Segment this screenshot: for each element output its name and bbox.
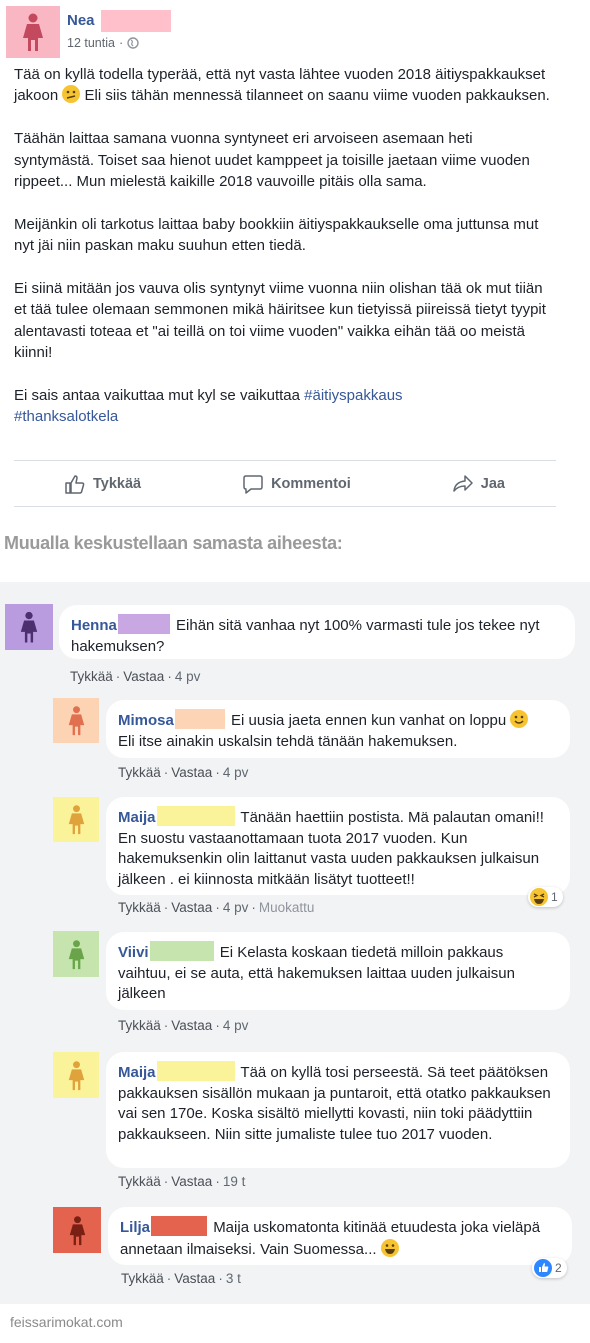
comment-icon — [243, 474, 263, 494]
hashtag-link[interactable]: #äitiyspakkaus — [304, 387, 402, 404]
thumbs-up-icon — [65, 474, 85, 494]
comment-reply-link[interactable]: Vastaa — [171, 1018, 212, 1033]
avatar[interactable] — [53, 1207, 101, 1253]
person-female-icon — [68, 1060, 84, 1090]
avatar[interactable] — [6, 6, 60, 58]
post-paragraph: Tää on kyllä todella typerää, että nyt v… — [14, 66, 550, 105]
comment-reply-link[interactable]: Vastaa — [171, 765, 212, 780]
comment-like-link[interactable]: Tykkää — [118, 1018, 161, 1033]
person-female-icon — [20, 611, 38, 643]
comment-time[interactable]: 4 pv — [223, 765, 249, 780]
comment-button[interactable]: Kommentoi — [243, 474, 351, 494]
comment-author[interactable]: Henna — [71, 617, 117, 634]
comment-reply-link[interactable]: Vastaa — [171, 900, 212, 915]
post-actions: Tykkää Kommentoi Jaa — [14, 466, 556, 502]
comment-author[interactable]: Maija — [118, 809, 156, 826]
divider — [14, 506, 556, 507]
comment-text: Ei uusia jaeta ennen kun vanhat on loppu — [231, 712, 507, 729]
post-text: Tää on kyllä todella typerää, että nyt v… — [14, 64, 554, 428]
comment-actions: Tykkää · Vastaa · 4 pv — [70, 669, 201, 684]
redacted-name-mask — [101, 10, 171, 32]
comment-text: Eli itse ainakin uskalsin tehdä tänään h… — [118, 732, 458, 750]
divider — [14, 460, 556, 461]
post-paragraph: Ei sais antaa vaikuttaa mut kyl se vaiku… — [14, 387, 403, 426]
confused-face-icon — [62, 85, 81, 104]
post-author[interactable]: Nea — [67, 12, 95, 29]
post-paragraph: Meijänkin oli tarkotus laittaa baby book… — [14, 215, 539, 255]
footer: feissarimokat.com — [0, 1304, 590, 1343]
redacted-name-mask — [174, 709, 225, 729]
redacted-name-mask — [156, 806, 235, 826]
comment-bubble: Lilja Maija uskomatonta kitinää etuudest… — [108, 1207, 572, 1265]
comment-bubble: Mimosa Ei uusia jaeta ennen kun vanhat o… — [106, 700, 570, 758]
comment-like-link[interactable]: Tykkää — [121, 1271, 164, 1286]
reaction-count[interactable]: 2 — [532, 1258, 567, 1278]
section-title: Muualla keskustellaan samasta aiheesta: — [4, 533, 343, 553]
comment-like-link[interactable]: Tykkää — [118, 1174, 161, 1189]
post-paragraph: Täähän laittaa samana vuonna syntyneet e… — [14, 130, 530, 191]
comment-bubble: Henna Eihän sitä vanhaa nyt 100% varmast… — [59, 605, 575, 659]
comment-time[interactable]: 4 pv — [223, 900, 249, 915]
comments-section: Henna Eihän sitä vanhaa nyt 100% varmast… — [0, 582, 590, 1304]
comment-actions: Tykkää · Vastaa · 4 pv — [118, 1018, 249, 1033]
redacted-name-mask — [151, 1216, 208, 1236]
redacted-name-mask — [156, 1061, 235, 1081]
comment-author[interactable]: Maija — [118, 1064, 156, 1081]
like-reaction-icon — [534, 1259, 552, 1277]
comment-bubble: Maija Tänään haettiin postista. Mä palau… — [106, 797, 570, 895]
post-time[interactable]: 12 tuntia — [67, 36, 115, 50]
redacted-name-mask — [149, 941, 214, 961]
comment-time[interactable]: 19 t — [223, 1174, 246, 1189]
comment-bubble: Maija Tää on kyllä tosi perseestä. Sä te… — [106, 1052, 570, 1168]
share-button[interactable]: Jaa — [453, 475, 505, 493]
post-paragraph: Ei siinä mitään jos vauva olis syntynyt … — [14, 280, 546, 362]
comment-actions: Tykkää · Vastaa · 4 pv · Muokattu — [118, 900, 315, 915]
comment-actions: Tykkää · Vastaa · 19 t — [118, 1174, 246, 1189]
comment-time[interactable]: 4 pv — [175, 669, 201, 684]
comment-like-link[interactable]: Tykkää — [118, 900, 161, 915]
avatar[interactable] — [53, 1052, 99, 1098]
comment-author[interactable]: Viivi — [118, 944, 149, 961]
share-arrow-icon — [453, 475, 473, 492]
comment-like-link[interactable]: Tykkää — [70, 669, 113, 684]
post-meta: 12 tuntia · — [67, 36, 139, 50]
avatar[interactable] — [53, 797, 99, 842]
avatar[interactable] — [5, 604, 53, 650]
avatar[interactable] — [53, 931, 99, 977]
comment-reply-link[interactable]: Vastaa — [171, 1174, 212, 1189]
comment-reply-link[interactable]: Vastaa — [123, 669, 164, 684]
person-female-icon — [23, 13, 43, 51]
person-female-icon — [69, 1215, 85, 1245]
post: Nea 12 tuntia · Tää on kyllä todella typ… — [0, 0, 590, 512]
person-female-icon — [68, 706, 84, 736]
person-female-icon — [68, 805, 84, 835]
comment-like-link[interactable]: Tykkää — [118, 765, 161, 780]
person-female-icon — [68, 939, 84, 969]
reaction-count[interactable]: 1 — [528, 887, 563, 907]
smiley-icon — [510, 710, 529, 728]
comment-time[interactable]: 4 pv — [223, 1018, 249, 1033]
comment-author[interactable]: Lilja — [120, 1219, 150, 1236]
comment-actions: Tykkää · Vastaa · 4 pv — [118, 765, 249, 780]
comment-reply-link[interactable]: Vastaa — [174, 1271, 215, 1286]
hashtag-link[interactable]: #thanksalotkela — [14, 408, 118, 425]
redacted-name-mask — [117, 614, 170, 634]
comment-author[interactable]: Mimosa — [118, 712, 174, 729]
comment-bubble: Viivi Ei Kelasta koskaan tiedetä milloin… — [106, 932, 570, 1010]
avatar[interactable] — [53, 698, 99, 743]
like-button[interactable]: Tykkää — [65, 474, 141, 494]
globe-icon — [127, 37, 139, 49]
grinning-face-icon — [380, 1238, 399, 1257]
watermark: feissarimokat.com — [10, 1314, 123, 1330]
edited-label[interactable]: Muokattu — [259, 900, 315, 915]
comment-actions: Tykkää · Vastaa · 3 t — [121, 1271, 241, 1286]
comment-time[interactable]: 3 t — [226, 1271, 241, 1286]
laughing-face-icon — [530, 888, 548, 906]
